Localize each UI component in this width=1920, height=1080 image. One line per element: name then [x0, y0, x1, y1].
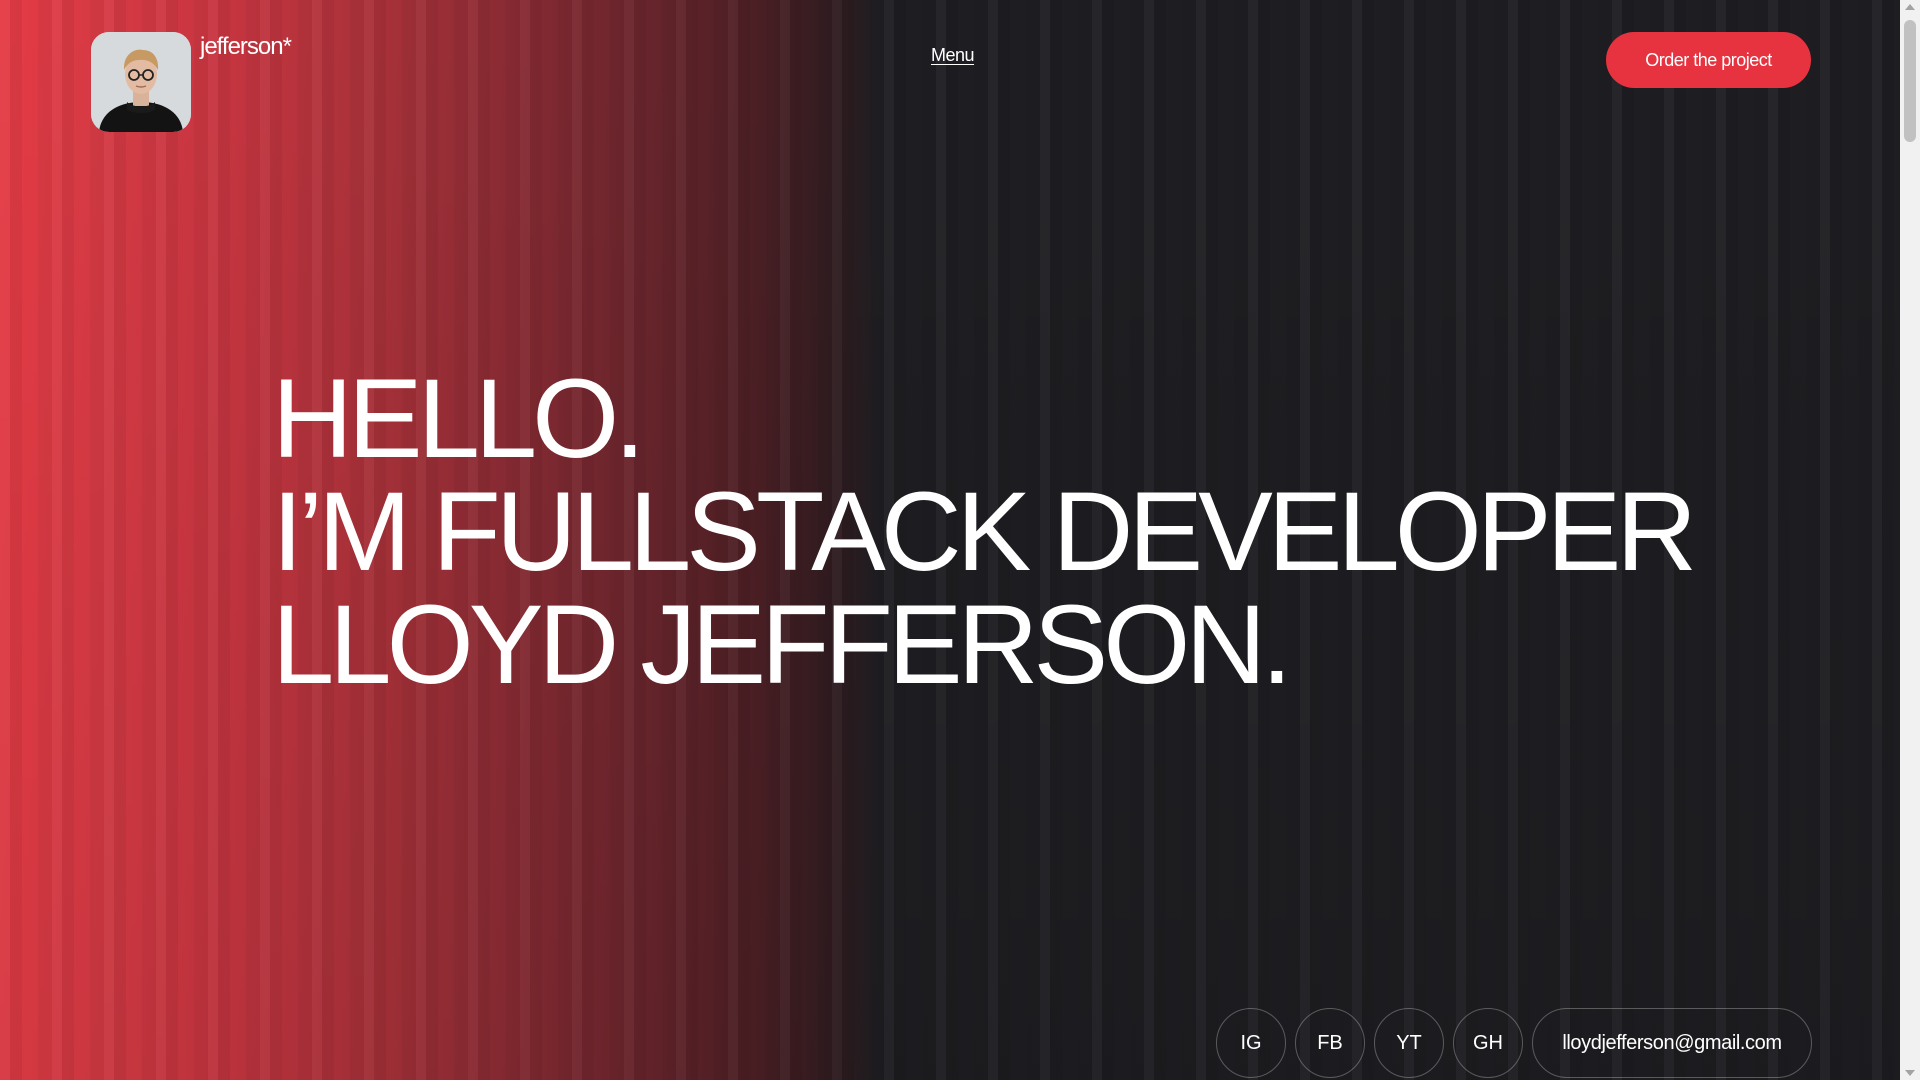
scroll-up-arrow-icon[interactable] [1905, 4, 1915, 10]
profile-photo-icon [91, 32, 191, 132]
instagram-link[interactable]: IG [1216, 1008, 1286, 1078]
menu-link[interactable]: Menu [931, 45, 975, 66]
vertical-scrollbar[interactable] [1900, 0, 1920, 1080]
avatar[interactable] [91, 32, 191, 132]
hero-line-role: I’M FULLSTACK DEVELOPER [272, 469, 1697, 594]
github-link[interactable]: GH [1453, 1008, 1523, 1078]
youtube-link[interactable]: YT [1374, 1008, 1444, 1078]
brand-name[interactable]: jefferson* [200, 33, 292, 61]
facebook-link[interactable]: FB [1295, 1008, 1365, 1078]
hero-line-name: LLOYD JEFFERSON. [272, 582, 1292, 707]
order-project-button[interactable]: Order the project [1606, 32, 1811, 88]
scrollbar-thumb[interactable] [1904, 20, 1916, 142]
hero-line-hello: HELLO. [272, 356, 645, 481]
scroll-down-arrow-icon[interactable] [1905, 1070, 1915, 1076]
hero-heading: HELLO. I’M FULLSTACK DEVELOPER LLOYD JEF… [272, 356, 1697, 707]
email-link[interactable]: lloydjefferson@gmail.com [1532, 1008, 1812, 1078]
